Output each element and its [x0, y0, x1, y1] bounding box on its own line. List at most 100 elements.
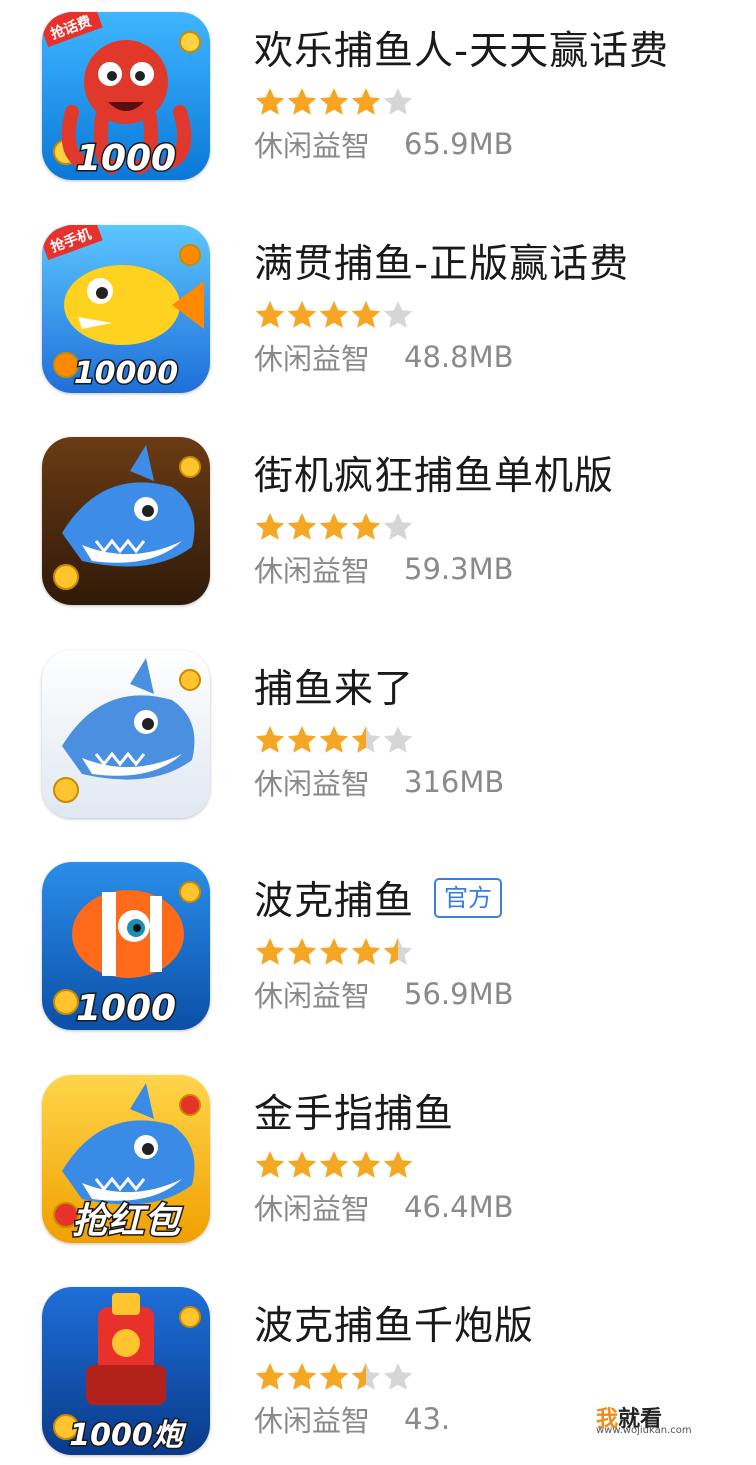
app-title-row: 金手指捕鱼	[254, 1081, 454, 1141]
app-size: 43.	[404, 1402, 451, 1436]
star-filled-icon	[319, 725, 349, 753]
star-filled-icon	[351, 513, 381, 540]
star-filled-icon	[319, 1363, 349, 1390]
red-octopus-1000-icon[interactable]: 1000 抢话费	[42, 12, 210, 180]
app-title[interactable]: 金手指捕鱼	[254, 1083, 454, 1139]
app-size: 46.4MB	[404, 1189, 514, 1224]
svg-text:1000炮: 1000炮	[69, 1418, 186, 1453]
app-meta: 休闲益智 65.9MB	[254, 120, 514, 168]
star-rating	[254, 1149, 414, 1181]
star-filled-icon	[255, 300, 285, 328]
star-rating	[254, 936, 414, 968]
star-filled-icon	[255, 513, 285, 540]
app-meta: 休闲益智 316MB	[254, 758, 504, 806]
star-filled-icon	[351, 1150, 381, 1178]
star-filled-icon	[319, 513, 349, 540]
app-category: 休闲益智	[254, 1404, 371, 1438]
blue-shark-coins-icon[interactable]	[42, 437, 210, 605]
svg-text:10000: 10000	[74, 356, 178, 391]
star-empty-icon	[383, 1363, 413, 1390]
app-size: 59.3MB	[404, 552, 514, 586]
star-rating	[254, 86, 414, 118]
app-meta: 休闲益智 59.3MB	[254, 545, 514, 593]
star-filled-icon	[287, 1363, 317, 1390]
cannon-1000-icon[interactable]: 1000炮	[42, 1287, 210, 1455]
app-title[interactable]: 捕鱼来了	[254, 658, 414, 714]
star-empty-icon	[383, 513, 413, 540]
star-filled-icon	[287, 513, 317, 540]
star-filled-icon	[287, 725, 317, 753]
star-empty-icon	[383, 88, 413, 115]
star-rating	[254, 1361, 414, 1393]
app-size: 48.8MB	[404, 339, 514, 374]
star-filled-icon	[351, 938, 381, 965]
star-half-icon	[351, 725, 381, 753]
app-list-item[interactable]: 1000 波克捕鱼 官方 休闲益智 56.9MB	[0, 850, 756, 1062]
app-meta: 休闲益智 56.9MB	[254, 970, 514, 1018]
app-category: 休闲益智	[254, 766, 371, 801]
app-title-row: 满贯捕鱼-正版赢话费	[254, 231, 629, 291]
svg-text:抢红包: 抢红包	[72, 1201, 183, 1242]
star-filled-icon	[255, 725, 285, 753]
star-filled-icon	[383, 1150, 413, 1178]
watermark-url: www.wojiukan.com	[595, 1425, 692, 1436]
app-list-item[interactable]: 街机疯狂捕鱼单机版休闲益智 59.3MB	[0, 425, 756, 637]
star-filled-icon	[319, 938, 349, 965]
star-filled-icon	[287, 300, 317, 328]
app-meta: 休闲益智 48.8MB	[254, 333, 514, 381]
app-meta: 休闲益智 43.	[254, 1395, 450, 1443]
app-list-item[interactable]: 1000炮 波克捕鱼千炮版 休闲益智 43.	[0, 1275, 756, 1465]
shark-red-envelope-icon[interactable]: 抢红包	[42, 1074, 210, 1243]
app-list-page: 1000 抢话费 欢乐捕鱼人-天天赢话费休闲益智 65.9MB 10000 抢手机…	[0, 0, 756, 1465]
app-list-item[interactable]: 1000 抢话费 欢乐捕鱼人-天天赢话费休闲益智 65.9MB	[0, 0, 756, 212]
star-half-icon	[351, 1363, 381, 1390]
app-size: 65.9MB	[404, 127, 514, 161]
app-title[interactable]: 波克捕鱼千炮版	[254, 1295, 534, 1351]
app-category: 休闲益智	[254, 554, 371, 588]
star-filled-icon	[287, 1150, 317, 1178]
yellow-fish-10000-icon[interactable]: 10000 抢手机	[42, 224, 210, 393]
star-rating	[254, 299, 414, 331]
svg-text:1000: 1000	[76, 138, 176, 179]
star-filled-icon	[255, 1150, 285, 1178]
star-filled-icon	[287, 88, 317, 115]
app-title-row: 欢乐捕鱼人-天天赢话费	[254, 18, 669, 78]
app-title-row: 街机疯狂捕鱼单机版	[254, 443, 614, 503]
app-title[interactable]: 波克捕鱼	[254, 870, 414, 926]
app-title-row: 波克捕鱼千炮版	[254, 1293, 534, 1353]
app-title[interactable]: 满贯捕鱼-正版赢话费	[254, 233, 629, 289]
star-rating	[254, 724, 414, 756]
star-filled-icon	[351, 300, 381, 328]
app-list-item[interactable]: 10000 抢手机 满贯捕鱼-正版赢话费休闲益智 48.8MB	[0, 213, 756, 425]
star-filled-icon	[287, 938, 317, 965]
app-title[interactable]: 街机疯狂捕鱼单机版	[254, 445, 614, 501]
app-meta: 休闲益智 46.4MB	[254, 1183, 514, 1231]
app-list-item[interactable]: 捕鱼来了 休闲益智 316MB	[0, 638, 756, 850]
star-half-icon	[383, 938, 413, 965]
app-list-item[interactable]: 抢红包 金手指捕鱼休闲益智 46.4MB	[0, 1063, 756, 1275]
star-rating	[254, 511, 414, 543]
star-filled-icon	[255, 938, 285, 965]
app-size: 56.9MB	[404, 977, 514, 1011]
app-title-row: 波克捕鱼 官方	[254, 868, 503, 928]
shark-treasure-chest-icon[interactable]	[42, 649, 210, 818]
star-filled-icon	[351, 88, 381, 115]
official-badge: 官方	[434, 878, 503, 918]
app-title[interactable]: 欢乐捕鱼人-天天赢话费	[254, 20, 669, 76]
star-filled-icon	[319, 88, 349, 115]
app-category: 休闲益智	[254, 129, 371, 163]
star-filled-icon	[255, 1363, 285, 1390]
app-category: 休闲益智	[254, 1191, 371, 1226]
svg-text:1000: 1000	[76, 988, 176, 1029]
app-size: 316MB	[404, 764, 505, 799]
star-filled-icon	[319, 300, 349, 328]
app-category: 休闲益智	[254, 979, 371, 1013]
app-category: 休闲益智	[254, 341, 371, 376]
watermark: 我 就看 www.wojiukan.com	[591, 1401, 692, 1436]
star-filled-icon	[255, 88, 285, 115]
star-filled-icon	[319, 1150, 349, 1178]
app-title-row: 捕鱼来了	[254, 656, 414, 716]
star-empty-icon	[383, 300, 413, 328]
clownfish-1000-icon[interactable]: 1000	[42, 862, 210, 1030]
star-empty-icon	[383, 725, 413, 753]
